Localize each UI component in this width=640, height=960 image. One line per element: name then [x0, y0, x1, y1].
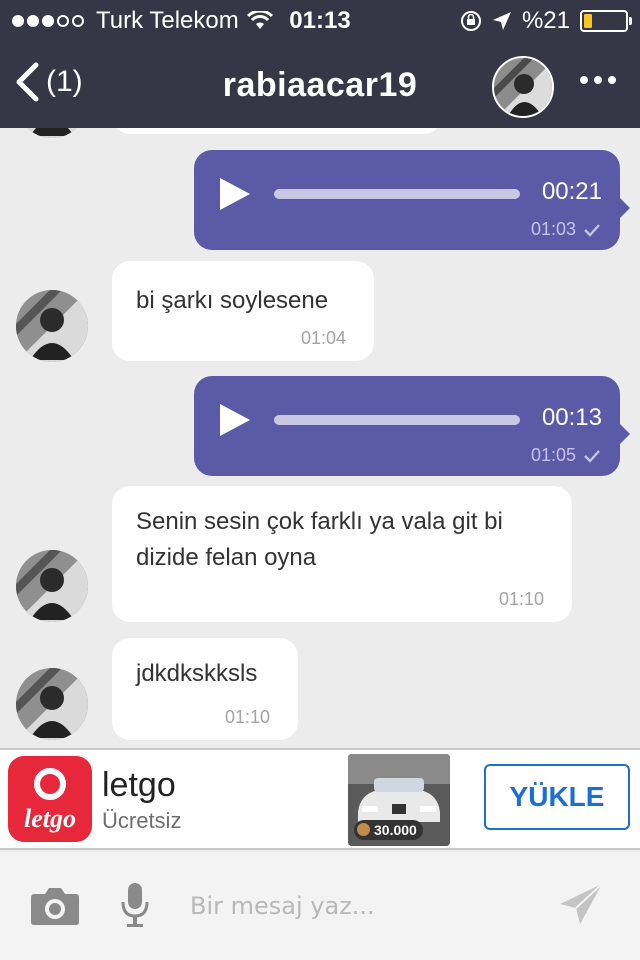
message-meta: 01:03	[531, 219, 600, 240]
contact-avatar[interactable]	[492, 56, 554, 118]
message-input[interactable]	[180, 878, 520, 934]
voice-message-bubble: 00:21 01:03	[194, 150, 630, 250]
text-message-bubble: bi şarkı soylesene 01:04	[112, 261, 374, 361]
ad-car-image: 30.000	[348, 754, 450, 846]
chat-header: (1) rabiaacar19	[0, 44, 640, 128]
ad-price: 30.000	[354, 820, 423, 840]
voice-message-bubble: 00:13 01:05	[194, 376, 630, 476]
message-meta: 01:05	[531, 445, 600, 466]
sender-avatar	[16, 128, 88, 138]
status-bar: Turk Telekom 01:13 %21	[0, 0, 640, 40]
sender-avatar[interactable]	[16, 550, 88, 622]
sender-avatar[interactable]	[16, 290, 88, 362]
install-button[interactable]: YÜKLE	[484, 764, 630, 830]
voice-duration: 00:21	[541, 178, 602, 205]
audio-progress-track[interactable]	[274, 415, 520, 425]
ad-icon-logo: letgo	[24, 804, 76, 833]
audio-progress-track[interactable]	[274, 189, 520, 199]
message-time: 01:10	[498, 589, 544, 609]
send-icon[interactable]	[558, 882, 604, 926]
ad-app-name: letgo	[102, 766, 176, 804]
rotation-lock-icon	[460, 11, 481, 31]
voice-duration: 00:13	[541, 404, 602, 431]
battery-icon	[580, 10, 632, 32]
text-message-bubble: jdkdkskksls 01:10	[112, 638, 298, 740]
top-bar: Turk Telekom 01:13 %21 (1) rabiaacar19	[0, 0, 640, 128]
previous-message-bubble	[112, 128, 442, 134]
play-icon[interactable]	[216, 402, 252, 438]
check-icon	[584, 449, 600, 463]
status-right: %21	[460, 7, 632, 35]
location-arrow-icon	[492, 12, 511, 30]
ad-banner[interactable]: letgo letgo Ücretsiz 30.000 YÜKLE	[0, 748, 640, 850]
message-text: Senin sesin çok farklı ya vala git bi di…	[136, 508, 503, 571]
ad-subtitle: Ücretsiz	[102, 808, 182, 833]
more-options-button[interactable]	[580, 76, 616, 84]
message-time: 01:03	[530, 219, 576, 239]
message-input-bar	[0, 852, 640, 960]
message-time: 01:04	[300, 328, 346, 348]
message-text: bi şarkı soylesene	[136, 287, 329, 314]
battery-percent: %21	[521, 7, 570, 34]
text-message-bubble: Senin sesin çok farklı ya vala git bi di…	[112, 486, 572, 622]
pin-icon	[34, 768, 66, 800]
microphone-icon[interactable]	[120, 882, 150, 928]
message-list[interactable]: 00:21 01:03 bi şarkı soylesene 01:04 00:…	[0, 128, 640, 748]
play-icon[interactable]	[216, 176, 252, 212]
message-time: 01:05	[530, 445, 576, 465]
message-time: 01:10	[224, 707, 270, 727]
camera-icon[interactable]	[30, 884, 80, 926]
sender-avatar[interactable]	[16, 668, 88, 740]
letgo-app-icon: letgo	[8, 756, 92, 842]
battery-fill	[584, 14, 592, 28]
check-icon	[584, 223, 600, 237]
message-text: jdkdkskksls	[136, 660, 258, 687]
